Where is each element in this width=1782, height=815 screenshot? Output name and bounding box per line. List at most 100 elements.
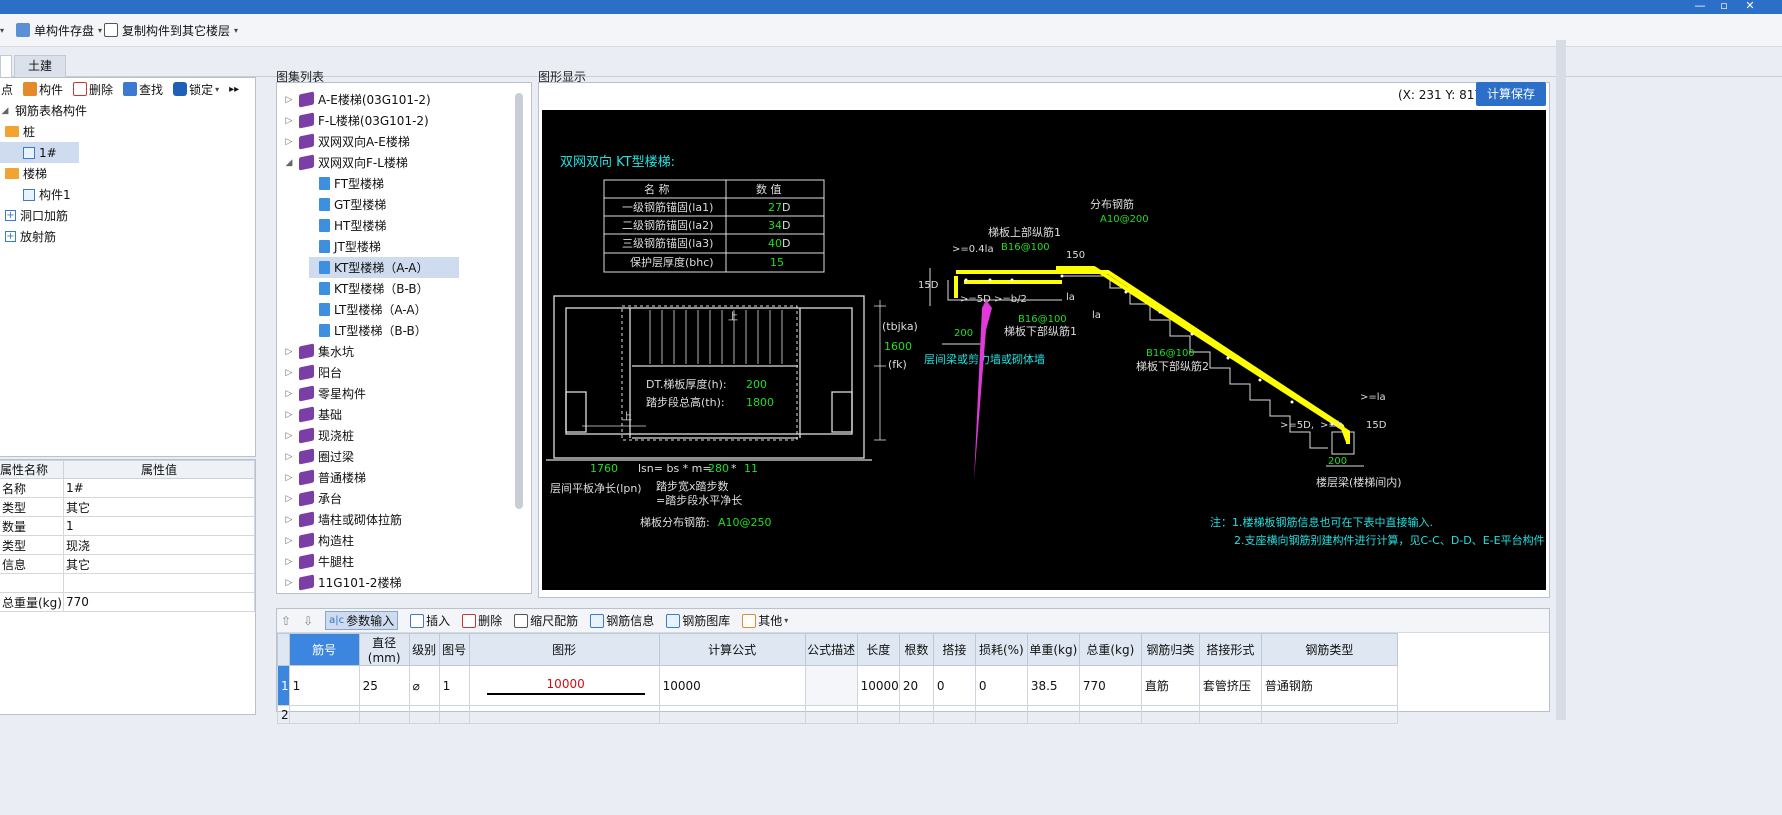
cad-dt-value[interactable]: 200: [746, 378, 767, 391]
cell[interactable]: [1260, 705, 1398, 724]
prop-row[interactable]: 类型 其它: [0, 497, 255, 517]
minimize-icon[interactable]: —: [1690, 0, 1710, 13]
cad-dist-bar-value[interactable]: A10@200: [1100, 214, 1149, 225]
column-header[interactable]: 图号: [438, 633, 470, 666]
tree-node-pile-1[interactable]: 1#: [0, 142, 79, 163]
prop-row[interactable]: 名称 1#: [0, 478, 255, 498]
move-up-icon[interactable]: ⇧: [281, 614, 291, 628]
cell[interactable]: 1: [438, 665, 470, 706]
expand-arrow-icon[interactable]: ▷: [283, 368, 295, 378]
point-button[interactable]: 点: [1, 81, 13, 98]
tree-node-stair-1[interactable]: 构件1: [0, 184, 255, 205]
cell[interactable]: [804, 665, 858, 706]
move-down-icon[interactable]: ⇩: [303, 614, 313, 628]
atlas-item[interactable]: HT型楼梯: [277, 215, 531, 236]
cad-m[interactable]: 11: [744, 462, 758, 475]
atlas-item[interactable]: ▷ 构造柱: [277, 530, 531, 551]
cell[interactable]: [1140, 705, 1200, 724]
cad-bs[interactable]: 280: [708, 462, 729, 475]
expand-arrow-icon[interactable]: ▷: [283, 389, 295, 399]
expand-arrow-icon[interactable]: ▷: [283, 95, 295, 105]
cell[interactable]: [898, 705, 934, 724]
column-header[interactable]: 计算公式: [658, 633, 806, 666]
atlas-item[interactable]: ◢ 双网双向F-L楼梯: [277, 152, 531, 173]
cell[interactable]: 0: [932, 665, 976, 706]
atlas-item[interactable]: ▷ 阳台: [277, 362, 531, 383]
tree-node-opening[interactable]: + 洞口加筋: [0, 205, 255, 226]
atlas-item[interactable]: LT型楼梯（B-B）: [277, 320, 531, 341]
cad-bottom2-value[interactable]: B16@100: [1146, 348, 1195, 359]
atlas-item[interactable]: ▷ 集水坑: [277, 341, 531, 362]
component-button[interactable]: 构件: [23, 81, 63, 98]
expand-arrow-icon[interactable]: ▷: [283, 452, 295, 462]
cell[interactable]: 1: [288, 665, 360, 706]
expand-arrow-icon[interactable]: ▷: [283, 578, 295, 588]
expand-arrow-icon[interactable]: ▷: [283, 557, 295, 567]
atlas-item[interactable]: ▷ 双网双向A-E楼梯: [277, 131, 531, 152]
cell[interactable]: 10000: [658, 665, 806, 706]
cell[interactable]: [358, 705, 410, 724]
tree-root[interactable]: ◢ 钢筋表格构件: [0, 100, 255, 121]
column-header[interactable]: 长度: [856, 633, 900, 666]
cell[interactable]: 38.5: [1026, 665, 1080, 706]
cad-top-bar-value[interactable]: B16@100: [1001, 242, 1050, 253]
column-header[interactable]: 搭接形式: [1198, 633, 1262, 666]
other-button[interactable]: 其他 ▾: [742, 612, 788, 629]
cell[interactable]: [932, 705, 976, 724]
cell[interactable]: 直筋: [1140, 665, 1200, 706]
atlas-item[interactable]: KT型楼梯（A-A）: [309, 257, 459, 278]
column-header[interactable]: 搭接: [932, 633, 976, 666]
expand-arrow-icon[interactable]: ▷: [283, 494, 295, 504]
column-header[interactable]: 单重(kg): [1026, 633, 1080, 666]
expand-arrow-icon[interactable]: ▷: [283, 515, 295, 525]
cad-200[interactable]: 200: [954, 328, 973, 339]
expand-arrow-icon[interactable]: ▷: [283, 536, 295, 546]
cell[interactable]: [1198, 705, 1262, 724]
tree-node-pile[interactable]: 桩: [0, 121, 255, 142]
expand-arrow-icon[interactable]: ▷: [283, 431, 295, 441]
cell[interactable]: ⌀: [408, 665, 440, 706]
expand-arrow-icon[interactable]: ▷: [283, 116, 295, 126]
insert-button[interactable]: 插入: [410, 612, 450, 629]
delete-row-button[interactable]: 删除: [462, 612, 502, 629]
column-header[interactable]: 公式描述: [804, 633, 858, 666]
column-header[interactable]: 直径(mm): [358, 633, 410, 666]
cell[interactable]: [1026, 705, 1080, 724]
prop-row[interactable]: 类型 现浇: [0, 535, 255, 555]
cell[interactable]: [1078, 705, 1142, 724]
cad-param-value[interactable]: 27: [768, 201, 782, 214]
delete-button[interactable]: 删除: [73, 81, 113, 98]
atlas-item[interactable]: JT型楼梯: [277, 236, 531, 257]
tab-civil[interactable]: 土建: [14, 55, 66, 77]
rebar-info-button[interactable]: 钢筋信息: [590, 612, 654, 629]
atlas-item[interactable]: ▷ 基础: [277, 404, 531, 425]
cell[interactable]: 770: [1078, 665, 1142, 706]
atlas-item[interactable]: ▷ 圈过梁: [277, 446, 531, 467]
column-header[interactable]: 根数: [898, 633, 934, 666]
atlas-item[interactable]: FT型楼梯: [277, 173, 531, 194]
row-number[interactable]: 2: [277, 705, 290, 724]
lock-button[interactable]: 锁定 ▾: [173, 81, 219, 98]
expand-arrow-icon[interactable]: ▷: [283, 137, 295, 147]
cell[interactable]: 普通钢筋: [1260, 665, 1398, 706]
cell[interactable]: 10000: [468, 665, 660, 706]
cell[interactable]: [974, 705, 1028, 724]
cad-200b[interactable]: 200: [1328, 456, 1347, 467]
single-save-button[interactable]: 单构件存盘 ▾: [12, 20, 106, 40]
atlas-item[interactable]: KT型楼梯（B-B）: [277, 278, 531, 299]
rebar-library-button[interactable]: 钢筋图库: [666, 612, 730, 629]
maximize-icon[interactable]: ▫: [1714, 0, 1734, 13]
cad-dist-value[interactable]: A10@250: [718, 516, 772, 529]
expand-arrow-icon[interactable]: ▷: [283, 347, 295, 357]
cad-th-value[interactable]: 1800: [746, 396, 774, 409]
column-header[interactable]: 总重(kg): [1078, 633, 1142, 666]
prop-row[interactable]: 总重量(kg) 770: [0, 592, 255, 612]
cad-param-value[interactable]: 34: [768, 219, 782, 232]
atlas-item[interactable]: ▷ 牛腿柱: [277, 551, 531, 572]
atlas-item[interactable]: ▷ F-L楼梯(03G101-2): [277, 110, 531, 131]
cell[interactable]: [438, 705, 470, 724]
atlas-scrollbar[interactable]: [515, 93, 523, 509]
close-icon[interactable]: ✕: [1740, 0, 1760, 13]
cell[interactable]: [468, 705, 660, 724]
cell[interactable]: 0: [974, 665, 1028, 706]
